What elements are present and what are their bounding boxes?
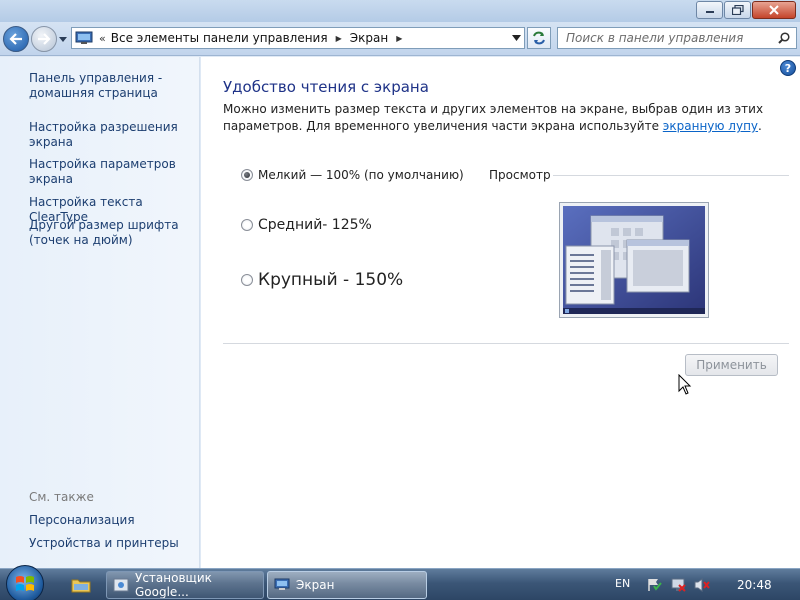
display-icon [75,31,93,44]
see-also-heading: См. также [29,490,94,504]
forward-button[interactable] [31,26,57,52]
sidebar-link-devices-printers[interactable]: Устройства и принтеры [29,536,194,551]
radio-small[interactable] [241,169,253,181]
refresh-button[interactable] [527,27,551,49]
display-icon [274,578,290,590]
sidebar-link-personalization[interactable]: Персонализация [29,513,194,528]
breadcrumb-arrow-icon[interactable]: ▶ [396,34,402,43]
description-end: . [758,119,762,133]
arrow-left-icon [9,33,22,45]
main-content: ? Удобство чтения с экрана Можно изменит… [201,57,800,568]
maximize-button[interactable] [724,1,751,19]
clock[interactable]: 20:48 [737,578,772,592]
language-indicator[interactable]: EN [615,577,630,590]
start-button[interactable] [6,565,44,600]
sidebar-link-resolution[interactable]: Настройка разрешения экрана [29,120,194,150]
close-button[interactable] [752,1,796,19]
option-large[interactable]: Крупный - 150% [241,270,403,290]
action-center-icon[interactable] [646,577,662,593]
chevron-down-icon [59,36,67,42]
desktop-preview-icon [563,206,705,314]
taskbar: Установщик Google... Экран EN 20:48 [0,565,800,600]
arrow-right-icon [38,33,51,45]
breadcrumb-arrow-icon[interactable]: ▶ [336,34,342,43]
page-title: Удобство чтения с экрана [223,78,429,96]
radio-medium[interactable] [241,219,253,231]
task-pane: Панель управления - домашняя страница На… [0,57,200,568]
minimize-icon [705,11,714,13]
search-input[interactable] [558,28,768,48]
back-button[interactable] [3,26,29,52]
magnifier-link[interactable]: экранную лупу [663,119,758,133]
address-bar[interactable]: « Все элементы панели управления ▶ Экран… [71,27,525,49]
help-button[interactable]: ? [780,60,796,76]
content-divider [223,343,789,344]
refresh-icon [533,31,545,45]
radio-large[interactable] [241,274,253,286]
option-medium-label[interactable]: Средний- 125% [258,217,372,233]
title-bar [0,0,800,22]
option-large-label[interactable]: Крупный - 150% [258,270,403,290]
installer-icon [113,578,129,592]
page-description: Можно изменить размер текста и других эл… [223,101,788,135]
navigation-bar: « Все элементы панели управления ▶ Экран… [0,22,800,56]
minimize-button[interactable] [696,1,723,19]
breadcrumb-display[interactable]: Экран [350,31,388,45]
caption-buttons [696,1,796,19]
address-overflow[interactable]: « [99,32,106,45]
recent-pages-button[interactable] [58,34,68,44]
preview-divider [553,175,789,176]
option-small-label[interactable]: Мелкий — 100% (по умолчанию) [258,168,464,182]
breadcrumb-all-items[interactable]: Все элементы панели управления [111,31,328,45]
volume-muted-icon[interactable] [694,577,710,593]
sidebar-link-display-settings[interactable]: Настройка параметров экрана [29,157,194,187]
sidebar-link-control-panel-home[interactable]: Панель управления - домашняя страница [29,71,194,101]
network-icon[interactable] [670,577,686,593]
taskbar-item-label: Экран [296,578,335,592]
taskbar-item-installer[interactable]: Установщик Google... [106,571,264,599]
explorer-pinned-button[interactable] [66,573,96,597]
close-icon [769,5,779,15]
chevron-down-icon[interactable] [512,35,521,41]
option-small[interactable]: Мелкий — 100% (по умолчанию) [241,168,464,182]
taskbar-item-label: Установщик Google... [135,571,212,599]
apply-button[interactable]: Применить [685,354,778,376]
sidebar-link-custom-dpi[interactable]: Другой размер шрифта (точек на дюйм) [29,218,194,248]
preview-label: Просмотр [489,168,551,182]
mouse-cursor-icon [678,374,692,395]
option-medium[interactable]: Средний- 125% [241,217,372,233]
preview-image [559,202,709,318]
restore-icon [731,5,744,15]
windows-logo-icon [16,576,34,591]
taskbar-item-display[interactable]: Экран [267,571,427,599]
search-icon[interactable] [778,32,790,44]
search-box [557,27,797,49]
folder-icon [71,579,91,593]
